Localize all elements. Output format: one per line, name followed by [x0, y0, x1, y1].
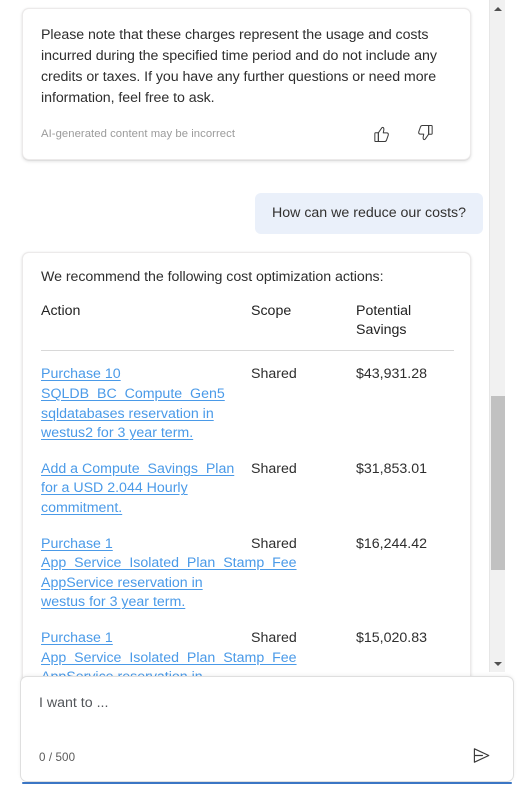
assistant-message-text: Please note that these charges represent…: [41, 27, 437, 106]
cell-scope: Shared: [251, 629, 297, 646]
action-link[interactable]: Purchase 10 SQLDB_BC_Compute_Gen5 sqldat…: [41, 366, 225, 441]
thumbs-down-button[interactable]: [414, 123, 436, 145]
table-row: Purchase 1 App_Service_Isolated_Plan_Sta…: [41, 521, 454, 615]
user-message-row: How can we reduce our costs?: [0, 160, 489, 252]
table-header-row: Action Scope Potential Savings: [41, 301, 454, 352]
column-header-potential-savings: Potential Savings: [356, 301, 454, 352]
cell-savings: $15,020.83: [356, 629, 428, 646]
thumbs-up-button[interactable]: [370, 123, 392, 145]
feedback-controls: [370, 123, 452, 145]
message-input[interactable]: [21, 677, 513, 725]
table-row: Purchase 10 SQLDB_BC_Compute_Gen5 sqldat…: [41, 351, 454, 446]
recommendations-table: Action Scope Potential Savings Purchase …: [41, 301, 454, 680]
chat-panel: Please note that these charges represent…: [0, 0, 532, 805]
action-link[interactable]: Add a Compute_Savings_Plan for a USD 2.0…: [41, 461, 234, 516]
cell-savings: $31,853.01: [356, 460, 428, 477]
send-button[interactable]: [466, 742, 496, 772]
scroll-up-arrow-icon: [494, 6, 502, 11]
cell-savings: $16,244.42: [356, 535, 428, 552]
cell-savings: $43,931.28: [356, 366, 428, 383]
ai-disclaimer: AI-generated content may be incorrect: [41, 127, 236, 140]
character-counter: 0 / 500: [39, 750, 76, 764]
assistant-card-footer: AI-generated content may be incorrect: [41, 123, 452, 149]
table-row: Add a Compute_Savings_Plan for a USD 2.0…: [41, 446, 454, 521]
vertical-scrollbar[interactable]: [489, 0, 505, 672]
scrollbar-thumb[interactable]: [491, 396, 505, 570]
table-row: Purchase 1 App_Service_Isolated_Plan_Sta…: [41, 615, 454, 680]
recommendation-card: We recommend the following cost optimiza…: [22, 251, 471, 680]
conversation-scroll-region[interactable]: Please note that these charges represent…: [0, 0, 489, 680]
scroll-down-arrow-icon: [494, 661, 502, 666]
thumbs-up-icon: [371, 123, 392, 144]
cell-scope: Shared: [251, 366, 297, 383]
column-header-scope: Scope: [251, 301, 356, 352]
scroll-down-button[interactable]: [490, 655, 506, 672]
send-icon: [470, 744, 493, 770]
assistant-message-card: Please note that these charges represent…: [22, 8, 471, 160]
thumbs-down-icon: [415, 123, 436, 144]
scroll-up-button[interactable]: [490, 0, 506, 17]
composer-toolbar: 0 / 500: [21, 733, 513, 781]
user-message-bubble: How can we reduce our costs?: [255, 192, 483, 234]
message-composer: 0 / 500: [20, 676, 514, 782]
cell-scope: Shared: [251, 460, 297, 477]
recommendation-intro: We recommend the following cost optimiza…: [41, 268, 384, 285]
composer-focus-underline: [22, 782, 512, 784]
column-header-action: Action: [41, 301, 251, 352]
